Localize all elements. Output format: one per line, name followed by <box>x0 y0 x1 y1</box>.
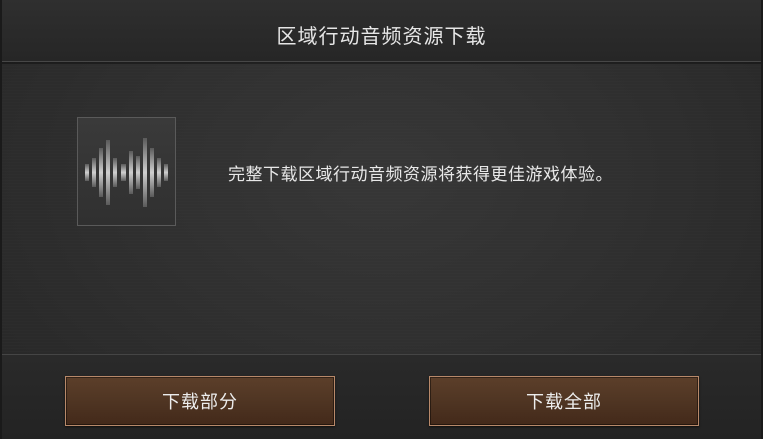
download-all-button[interactable]: 下载全部 <box>429 376 699 426</box>
download-partial-button[interactable]: 下载部分 <box>65 376 335 426</box>
dialog-title: 区域行动音频资源下载 <box>276 24 487 48</box>
audio-download-dialog: 区域行动音频资源下载 完整下载区域行动音频资源将获得更佳游戏体验。 下载部分 下… <box>0 0 763 439</box>
dialog-footer: 下载部分 下载全部 <box>2 354 761 439</box>
download-partial-label: 下载部分 <box>162 392 238 413</box>
download-all-label: 下载全部 <box>526 392 602 413</box>
dialog-title-bar: 区域行动音频资源下载 <box>2 0 761 62</box>
dialog-message: 完整下载区域行动音频资源将获得更佳游戏体验。 <box>228 165 613 185</box>
waveform-graphic <box>85 138 168 207</box>
audio-waveform-icon <box>77 117 176 226</box>
